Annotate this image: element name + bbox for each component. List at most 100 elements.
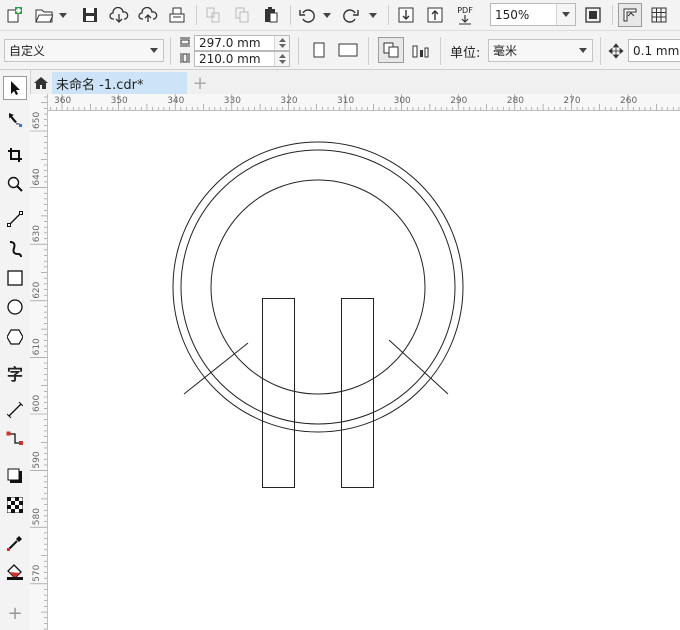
new-document-tab-button[interactable]: + — [190, 72, 210, 94]
ruler-v-label: 600 — [32, 395, 42, 412]
customize-toolbox-button[interactable]: + — [4, 602, 26, 624]
add-tab-label: + — [192, 72, 208, 94]
polygon-tool-icon[interactable] — [4, 326, 26, 348]
right-rectangle[interactable] — [341, 298, 374, 488]
nudge-distance-input[interactable]: 0.1 mm — [628, 39, 680, 62]
paper-preset-chevron-icon[interactable] — [145, 40, 163, 61]
units-value: 毫米 — [493, 44, 518, 58]
copy-icon[interactable] — [232, 5, 252, 25]
connector-tool-icon[interactable] — [4, 428, 26, 450]
paper-preset-value: 自定义 — [9, 44, 46, 58]
toolbar-separator — [600, 37, 601, 65]
zoom-level-value: 150% — [495, 7, 530, 22]
open-dropdown-chevron-icon[interactable] — [58, 10, 68, 20]
ruler-v-label: 630 — [32, 225, 42, 242]
inner-circle[interactable] — [210, 179, 426, 395]
units-label: 单位: — [450, 46, 481, 61]
import-icon[interactable] — [396, 5, 416, 25]
show-grid-icon[interactable] — [648, 5, 670, 25]
print-icon[interactable] — [166, 5, 188, 25]
shape-tool-icon[interactable] — [4, 108, 26, 130]
show-rulers-icon[interactable] — [618, 3, 642, 27]
ruler-v-label: 620 — [32, 281, 42, 298]
undo-icon[interactable] — [296, 5, 318, 25]
pick-tool-icon[interactable] — [3, 76, 27, 100]
outer-circle[interactable] — [172, 141, 464, 433]
ruler-v-label: 590 — [32, 451, 42, 468]
zoom-tool-icon[interactable] — [4, 173, 26, 195]
left-rectangle[interactable] — [262, 298, 295, 488]
rectangle-tool-icon[interactable] — [4, 267, 26, 289]
dimension-tool-icon[interactable] — [4, 399, 26, 421]
page-width-input[interactable]: 297.0 mm — [194, 35, 290, 51]
zoom-level-combobox[interactable]: 150% — [490, 3, 576, 26]
page-height-spinner-icon[interactable] — [274, 52, 289, 66]
ruler-v-label: 580 — [32, 508, 42, 525]
save-icon[interactable] — [80, 5, 100, 25]
page-width-value: 297.0 mm — [199, 36, 261, 50]
toolbox: 字 + — [0, 70, 31, 630]
freehand-tool-icon[interactable] — [4, 208, 26, 230]
export-icon[interactable] — [425, 5, 445, 25]
paste-icon[interactable] — [261, 5, 281, 25]
artistic-media-tool-icon[interactable] — [4, 238, 26, 260]
eyedropper-tool-icon[interactable] — [4, 532, 26, 554]
middle-circle[interactable] — [180, 149, 456, 425]
interactive-fill-tool-icon[interactable] — [4, 561, 26, 583]
page-height-icon — [178, 51, 192, 65]
undo-dropdown-chevron-icon[interactable] — [322, 10, 332, 20]
nudge-distance-value: 0.1 mm — [633, 43, 680, 58]
full-screen-preview-icon[interactable] — [582, 5, 604, 25]
cloud-upload-icon[interactable] — [137, 5, 159, 25]
drawing-canvas[interactable] — [48, 111, 680, 630]
welcome-home-icon[interactable] — [30, 72, 52, 94]
text-tool-icon[interactable]: 字 — [4, 362, 26, 384]
current-page-icon[interactable] — [410, 39, 432, 61]
document-tab-title: 未命名 -1.cdr* — [56, 77, 144, 93]
nudge-distance-icon — [606, 41, 626, 61]
document-tab[interactable]: 未命名 -1.cdr* — [52, 72, 187, 94]
page-height-input[interactable]: 210.0 mm — [194, 51, 290, 67]
ruler-h-label: 260 — [620, 96, 637, 106]
ruler-h-label: 300 — [394, 96, 411, 106]
crop-tool-icon[interactable] — [4, 144, 26, 166]
publish-pdf-icon[interactable]: PDF — [452, 3, 478, 27]
ruler-v-label: 570 — [32, 564, 42, 581]
page-width-icon — [178, 35, 192, 49]
paper-preset-combobox[interactable]: 自定义 — [4, 39, 164, 62]
zoom-dropdown-chevron-icon[interactable] — [556, 4, 575, 25]
ruler-h-label: 310 — [337, 96, 354, 106]
ruler-h-label: 330 — [224, 96, 241, 106]
portrait-orientation-icon[interactable] — [308, 39, 330, 61]
toolbar-separator — [388, 5, 389, 25]
redo-dropdown-chevron-icon[interactable] — [368, 10, 378, 20]
open-folder-icon[interactable] — [34, 5, 54, 25]
ellipse-tool-icon[interactable] — [4, 296, 26, 318]
left-diagonal-line[interactable] — [183, 342, 249, 395]
toolbar-separator — [290, 5, 291, 25]
toolbar-separator — [440, 37, 441, 65]
vertical-ruler[interactable]: 650 640 630 620 610 600 590 580 570 — [30, 94, 48, 630]
standard-toolbar: PDF 150% — [0, 0, 680, 31]
drawing-surface — [172, 141, 464, 488]
ruler-v-label: 650 — [32, 112, 42, 129]
cloud-download-icon[interactable] — [108, 5, 130, 25]
units-chevron-icon[interactable] — [574, 40, 592, 61]
cut-icon[interactable] — [203, 5, 223, 25]
redo-icon[interactable] — [340, 5, 362, 25]
transparency-tool-icon[interactable] — [4, 494, 26, 516]
units-combobox[interactable]: 毫米 — [488, 39, 593, 62]
toolbar-separator — [612, 5, 613, 25]
ruler-h-label: 320 — [280, 96, 297, 106]
ruler-h-label: 280 — [507, 96, 524, 106]
horizontal-ruler[interactable]: 360 350 340 330 320 310 300 290 280 270 260 — [48, 94, 680, 111]
all-pages-icon[interactable] — [378, 37, 404, 63]
toolbar-separator — [170, 37, 171, 65]
new-document-icon[interactable] — [4, 5, 24, 25]
landscape-orientation-icon[interactable] — [336, 39, 360, 61]
document-tab-bar: 未命名 -1.cdr* + — [30, 70, 680, 94]
drop-shadow-tool-icon[interactable] — [4, 465, 26, 487]
ruler-h-label: 350 — [111, 96, 128, 106]
page-width-spinner-icon[interactable] — [274, 36, 289, 50]
toolbar-separator — [196, 5, 197, 25]
